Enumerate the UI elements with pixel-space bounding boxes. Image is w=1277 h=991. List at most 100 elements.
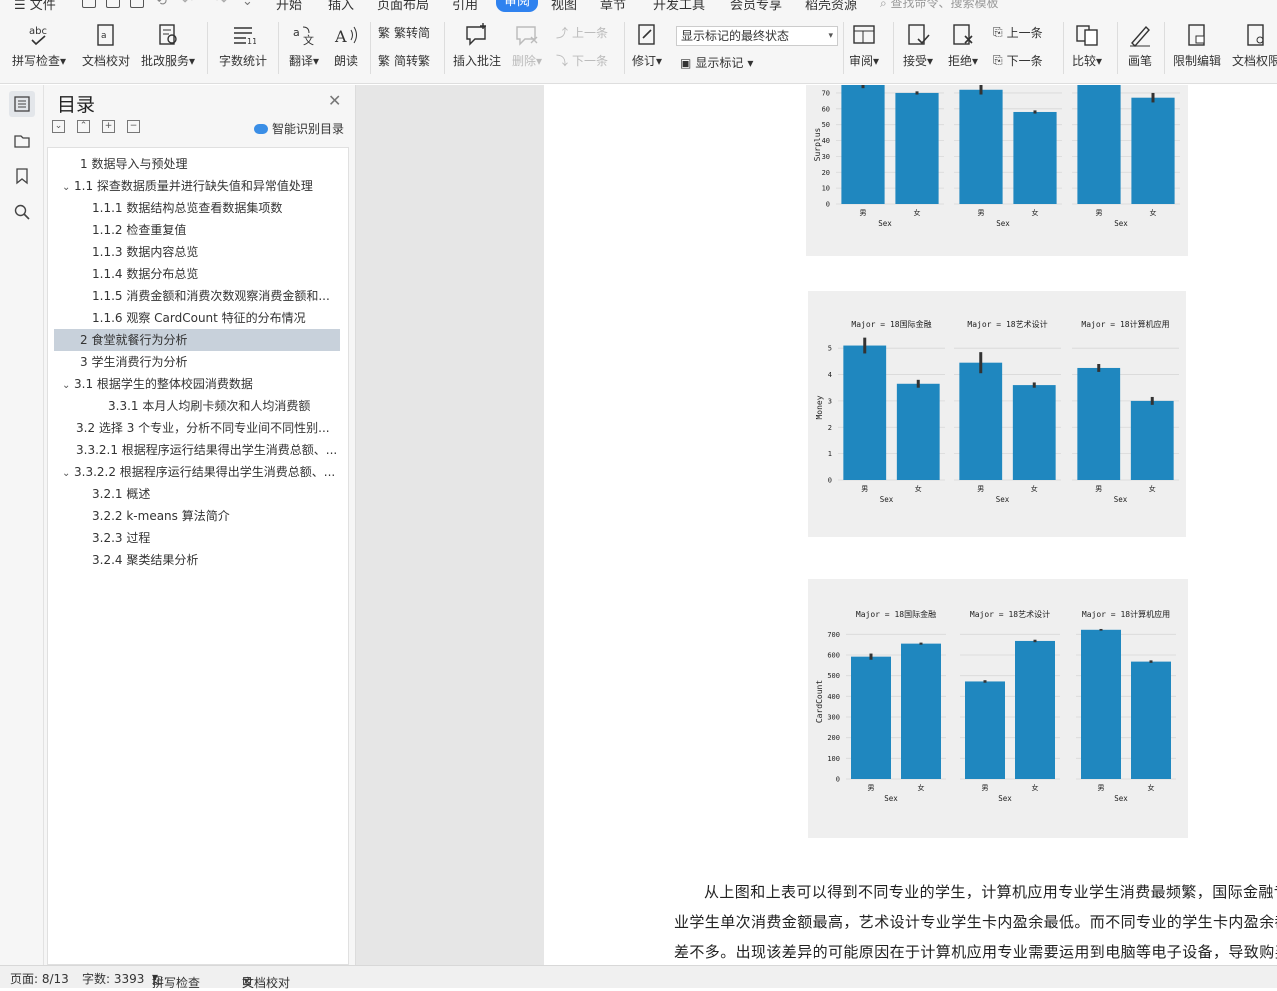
toc-item[interactable]: 3.3.2.1 根据程序运行结果得出学生消费总额、... xyxy=(54,439,340,461)
menu-tab-5[interactable]: 视图 xyxy=(551,0,577,13)
toc-item[interactable]: 3.3.1 本月人均刷卡频次和人均消费额 xyxy=(54,395,340,417)
chapter-nav-button[interactable] xyxy=(9,127,35,153)
toc-item-label: 3.2.4 聚类结果分析 xyxy=(92,553,199,567)
toc-item-label: 1.1.4 数据分布总览 xyxy=(92,267,199,281)
markup-state-select[interactable]: 显示标记的最终状态 ▾ xyxy=(676,26,838,46)
prev-comment-button[interactable]: ⤴ 上一条 xyxy=(556,24,608,41)
quick-access-more-icon[interactable]: ⌄ xyxy=(242,0,253,9)
x-tick-label: 男 xyxy=(861,485,868,493)
accept-button[interactable]: 接受▾ xyxy=(903,22,933,69)
bookmark-nav-button[interactable] xyxy=(9,163,35,189)
review-pane-button[interactable]: 审阅▾ xyxy=(849,22,879,69)
toc-item[interactable]: 1 数据导入与预处理 xyxy=(54,153,340,175)
y-axis-label: Money xyxy=(815,395,824,419)
menu-tab-0[interactable]: 开始 xyxy=(276,0,302,13)
toc-item[interactable]: 1.1.2 检查重复值 xyxy=(54,219,340,241)
preview-icon[interactable]: ⟲ xyxy=(156,0,167,9)
toc-item-label: 1.1.6 观察 CardCount 特征的分布情况 xyxy=(92,311,306,325)
find-nav-button[interactable] xyxy=(9,199,35,225)
y-tick-label: 30 xyxy=(822,153,830,161)
batch-service-button[interactable]: 批改服务▾ xyxy=(141,22,195,69)
toc-item[interactable]: 3.2 选择 3 个专业，分析不同专业间不同性别... xyxy=(54,417,340,439)
smart-toc-button[interactable]: 智能识别目录 xyxy=(254,120,344,137)
compare-button[interactable]: 比较▾ xyxy=(1072,22,1102,69)
read-aloud-button[interactable]: A 朗读 xyxy=(333,22,359,69)
y-tick-label: 700 xyxy=(827,631,840,639)
page-indicator[interactable]: 页面: 8/13 xyxy=(10,970,69,987)
bookmark-icon xyxy=(16,168,28,185)
add-heading-icon[interactable]: + xyxy=(102,120,115,133)
insert-comment-button[interactable]: 插入批注 xyxy=(453,22,501,69)
y-tick-label: 4 xyxy=(828,371,832,379)
simp-to-trad-button[interactable]: 繁简转繁 xyxy=(378,52,430,69)
y-tick-label: 300 xyxy=(827,714,840,722)
spell-check-button[interactable]: abc 拼写检查▾ xyxy=(12,22,66,69)
revise-icon xyxy=(634,22,660,48)
toc-item[interactable]: ⌄ 1.1 探查数据质量并进行缺失值和异常值处理 xyxy=(54,175,340,197)
doc-proof-button[interactable]: a 文档校对 xyxy=(82,22,130,69)
next-change-button[interactable]: ⎘ 下一条 xyxy=(993,52,1043,69)
restrict-edit-button[interactable]: 限制编辑 xyxy=(1173,22,1221,69)
toc-item[interactable]: 3.2.2 k-means 算法简介 xyxy=(54,505,340,527)
toc-nav-button[interactable] xyxy=(9,91,35,117)
toc-item[interactable]: 2 食堂就餐行为分析 xyxy=(54,329,340,351)
command-search[interactable]: ⌕ 查找命令、搜索模板 xyxy=(880,0,999,11)
menu-tab-6[interactable]: 章节 xyxy=(600,0,626,13)
remove-heading-icon[interactable]: − xyxy=(127,120,140,133)
doc-permission-button[interactable]: 文档权限 xyxy=(1232,22,1277,69)
chevron-down-icon[interactable]: ⌄ xyxy=(62,177,74,197)
toc-item[interactable]: 3.2.1 概述 xyxy=(54,483,340,505)
x-tick-label: 女 xyxy=(1150,208,1157,217)
menu-tab-2[interactable]: 页面布局 xyxy=(377,0,429,13)
menu-tab-8[interactable]: 会员专享 xyxy=(730,0,782,13)
close-icon[interactable]: ✕ xyxy=(328,91,341,110)
toc-item[interactable]: ⌄ 3.1 根据学生的整体校园消费数据 xyxy=(54,373,340,395)
print-icon[interactable] xyxy=(130,0,144,8)
save-icon[interactable] xyxy=(82,0,96,8)
chevron-down-icon[interactable]: ⌄ xyxy=(62,463,74,483)
next-comment-button[interactable]: ⤵ 下一条 xyxy=(556,52,608,69)
x-tick-label: 男 xyxy=(977,485,984,493)
paragraph-line-1: 从上图和上表可以得到不同专业的学生，计算机应用专业学生消费最频繁，国际金融专 xyxy=(704,883,1277,901)
toc-item[interactable]: 1.1.1 数据结构总览查看数据集项数 xyxy=(54,197,340,219)
x-tick-label: 女 xyxy=(1032,208,1039,217)
bar xyxy=(965,681,1005,779)
toc-item[interactable]: 1.1.6 观察 CardCount 特征的分布情况 xyxy=(54,307,340,329)
undo-icon[interactable]: ↶ xyxy=(182,0,193,9)
chart-cardcount: CardCount 0 100 200 300 400 500 600 700 Major = 1… xyxy=(808,579,1188,838)
menu-tab-4[interactable]: 审阅 xyxy=(496,0,539,12)
menu-tab-9[interactable]: 稻壳资源 xyxy=(805,0,857,13)
status-spell-check[interactable]: ☑ 拼写检查 ▾ xyxy=(152,970,200,990)
menu-tab-3[interactable]: 引用 xyxy=(452,0,478,13)
delete-comment-button[interactable]: 删除▾ xyxy=(512,22,542,69)
menu-tab-1[interactable]: 插入 xyxy=(328,0,354,13)
prev-change-button[interactable]: ⎘ 上一条 xyxy=(993,24,1043,41)
toc-item[interactable]: 1.1.4 数据分布总览 xyxy=(54,263,340,285)
translate-button[interactable]: a文 翻译▾ xyxy=(289,22,319,69)
doc-permission-icon xyxy=(1243,22,1269,48)
file-menu[interactable]: ☰ 文件 xyxy=(14,0,56,13)
y-tick-label: 0 xyxy=(828,477,832,485)
toc-item-label: 2 食堂就餐行为分析 xyxy=(80,333,188,347)
redo-icon[interactable]: ↷ xyxy=(216,0,227,9)
svg-text:a: a xyxy=(101,31,107,41)
revise-button[interactable]: 修订▾ xyxy=(632,22,662,69)
chevron-down-icon[interactable]: ⌄ xyxy=(62,375,74,395)
toc-item[interactable]: ⌄ 3.3.2.2 根据程序运行结果得出学生消费总额、... xyxy=(54,461,340,483)
menu-tab-7[interactable]: 开发工具 xyxy=(653,0,705,13)
expand-all-icon[interactable]: ⌃ xyxy=(77,120,90,133)
collapse-all-icon[interactable]: ⌄ xyxy=(52,120,65,133)
reject-button[interactable]: 拒绝▾ xyxy=(948,22,978,69)
word-count-button[interactable]: 11 字数统计 xyxy=(219,22,267,69)
toc-item[interactable]: 1.1.5 消费金额和消费次数观察消费金额和... xyxy=(54,285,340,307)
toc-item[interactable]: 3.2.4 聚类结果分析 xyxy=(54,549,340,571)
panel-title: Major = 18计算机应用 xyxy=(1081,319,1169,329)
word-count-indicator[interactable]: 字数: 3393 xyxy=(82,970,144,987)
toc-item[interactable]: 3.2.3 过程 xyxy=(54,527,340,549)
export-icon[interactable] xyxy=(106,0,120,8)
trad-to-simp-button[interactable]: 繁繁转简 xyxy=(378,24,430,41)
pen-button[interactable]: 画笔 xyxy=(1127,22,1153,69)
toc-item[interactable]: 1.1.3 数据内容总览 xyxy=(54,241,340,263)
toc-item[interactable]: 3 学生消费行为分析 xyxy=(54,351,340,373)
show-markup-button[interactable]: ▣ 显示标记 ▾ xyxy=(680,54,753,71)
